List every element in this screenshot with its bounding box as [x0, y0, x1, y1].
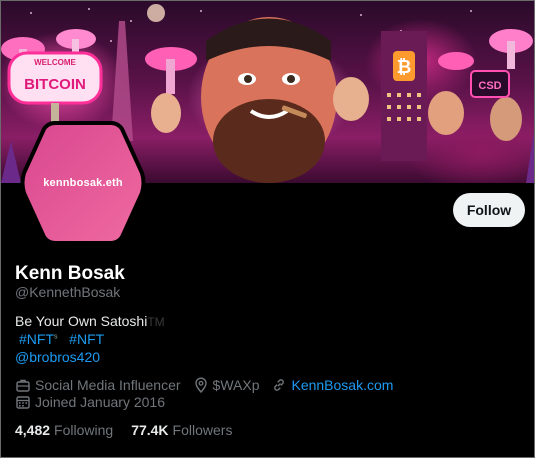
hashtag-link[interactable]: #NFT	[19, 331, 54, 347]
calendar-icon	[16, 396, 30, 409]
location-pin-icon	[194, 377, 207, 393]
follow-button[interactable]: Follow	[453, 193, 525, 227]
banner-sign-top: WELCOME	[34, 58, 76, 67]
banner-sign-main: BITCOIN	[24, 76, 86, 93]
followers-stat[interactable]: 77.4K Followers	[131, 422, 250, 438]
following-label: Following	[54, 422, 114, 438]
location-label: $WAXp	[212, 377, 260, 393]
bio-text: Be Your Own Satoshi	[15, 313, 148, 329]
followers-label: Followers	[172, 422, 233, 438]
hashtag-superscript: s	[54, 333, 58, 341]
bio-line: Be Your Own SatoshiTM	[15, 313, 165, 329]
mention-link[interactable]: @brobros420	[15, 349, 100, 365]
profile-avatar[interactable]: kennbosak.eth	[18, 119, 148, 247]
location-item: $WAXp	[193, 377, 260, 393]
hashtag-link[interactable]: #NFT	[69, 331, 104, 347]
user-handle: @KennethBosak	[15, 284, 121, 300]
website-item[interactable]: KennBosak.com	[271, 377, 393, 393]
profile-frame: WELCOME BITCOIN ₿ CSD kennbosak.eth Foll…	[0, 0, 535, 458]
follow-stats: 4,482 Following 77.4K Followers	[15, 422, 250, 438]
avatar-ens-name: kennbosak.eth	[43, 177, 123, 189]
banner-sign-right: CSD	[478, 80, 501, 92]
joined-row: Joined January 2016	[15, 394, 165, 410]
briefcase-icon	[16, 379, 30, 392]
banner-bitcoin-symbol: ₿	[397, 57, 412, 77]
bio-hashtags: #NFTs #NFT	[19, 331, 104, 347]
followers-count: 77.4K	[131, 422, 169, 438]
website-link[interactable]: KennBosak.com	[291, 377, 393, 393]
category-item: Social Media Influencer	[15, 377, 181, 393]
joined-date: Joined January 2016	[35, 394, 165, 410]
following-stat[interactable]: 4,482 Following	[15, 422, 131, 438]
link-icon	[274, 379, 285, 391]
bio-trademark: TM	[147, 315, 165, 329]
display-name: Kenn Bosak	[15, 263, 125, 284]
following-count: 4,482	[15, 422, 51, 438]
profile-meta: Social Media Influencer $WAXp KennBosak.…	[15, 377, 405, 393]
category-label: Social Media Influencer	[35, 377, 181, 393]
